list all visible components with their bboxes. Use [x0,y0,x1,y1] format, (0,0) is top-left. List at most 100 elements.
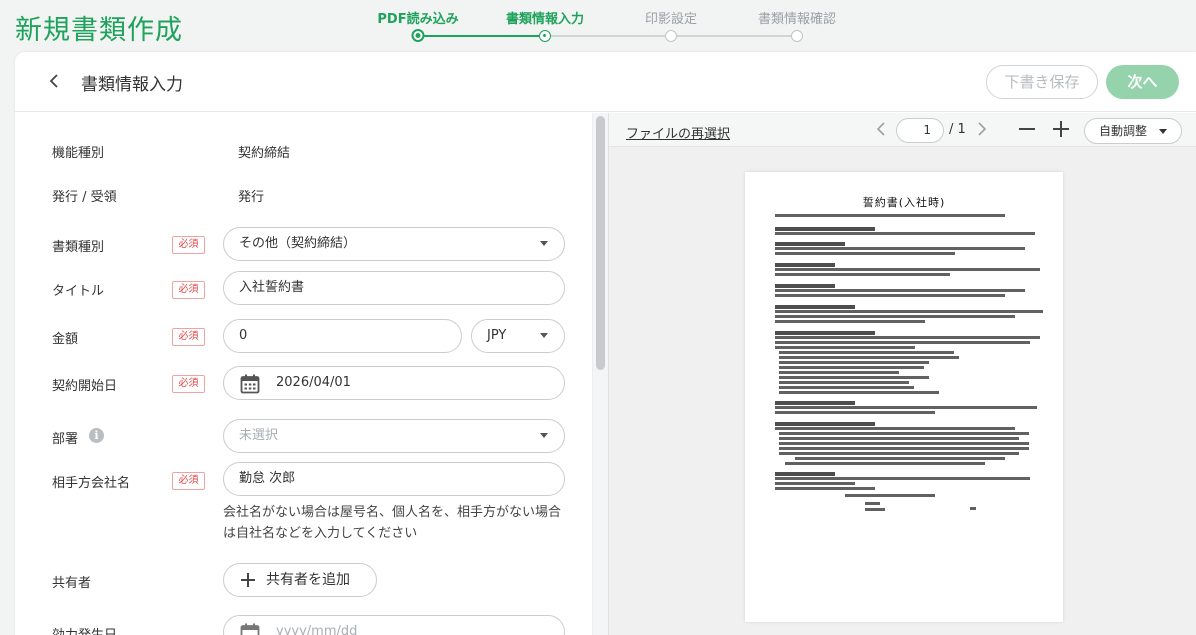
info-icon[interactable]: i [89,428,104,443]
pdf-text-line [775,315,1015,318]
pdf-text-line [775,346,915,349]
zoom-out-icon[interactable] [1017,119,1037,139]
pdf-text-line [779,366,924,369]
pdf-text-line [970,507,976,510]
title-input[interactable]: 入社誓約書 [223,271,565,305]
pdf-text-line [775,401,855,405]
pdf-text-line [775,242,845,246]
pdf-text-line [775,232,1035,235]
reselect-file-link[interactable]: ファイルの再選択 [626,123,730,142]
card-header: 書類情報入力 下書き保存 次へ [15,52,1196,112]
page-number-input[interactable]: 1 [896,118,944,143]
doc-type-label: 書類種別 [52,240,105,255]
doc-type-select[interactable]: その他（契約締結） [223,227,565,261]
required-badge: 必須 [172,472,205,490]
pdf-text-line [775,305,855,309]
chevron-down-icon [540,241,548,246]
amount-input[interactable]: 0 [223,319,462,353]
pdf-text-line [779,356,959,359]
start-date-value: 2026/04/01 [276,375,351,390]
pdf-document-title: 誓約書(入社時) [862,196,946,209]
pdf-text-line [785,462,985,465]
department-placeholder: 未選択 [239,428,279,443]
pdf-text-line [775,331,875,335]
pdf-text-line [775,487,875,490]
next-button[interactable]: 次へ [1106,65,1179,99]
pdf-text-line [865,502,880,505]
stepper-line-done [417,35,545,37]
counterparty-hint: 会社名がない場合は屋号名、個人名を、相手方がない場合は自社名などを入力してくださ… [223,505,562,541]
pdf-text-line [775,289,1025,292]
pdf-text-line [775,320,925,323]
start-date-label: 契約開始日 [52,379,118,394]
title-label: タイトル [52,284,105,299]
pdf-text-line [775,411,935,414]
back-chevron-icon[interactable] [45,70,65,92]
effective-date-input[interactable]: yyyy/mm/dd [223,615,565,635]
pdf-text-line [775,273,950,276]
issue-receive-value: 発行 [238,190,265,205]
zoom-in-icon[interactable] [1051,119,1071,139]
pdf-text-line [779,361,929,364]
step-pdf-import: PDF読み込み [377,12,459,27]
pdf-text-line [775,422,875,426]
scroll-thumb[interactable] [596,116,605,370]
section-title: 書類情報入力 [81,75,183,95]
step-document-info: 書類情報入力 [505,12,585,27]
required-badge: 必須 [172,236,205,254]
function-type-label: 機能種別 [52,146,105,161]
pdf-text-line [795,457,1005,460]
step-dot-confirm [791,30,803,42]
pdf-text-line [775,247,1025,250]
pdf-page: 誓約書(入社時) [745,172,1063,622]
start-date-input[interactable]: 2026/04/01 [223,366,565,400]
pdf-text-line [779,442,1029,445]
required-badge: 必須 [172,375,205,393]
pdf-text-line [775,268,1040,271]
required-badge: 必須 [172,328,205,346]
pdf-text-line [775,252,955,255]
pdf-text-line [779,447,1029,450]
pdf-text-line [865,508,885,511]
calendar-icon [240,374,260,394]
effective-date-placeholder: yyyy/mm/dd [276,624,358,635]
required-badge: 必須 [172,281,205,299]
pdf-text-line [845,494,935,497]
pdf-preview-pane: ファイルの再選択 1 / 1 自動調整 誓約書(入社時) [608,113,1196,635]
prev-page-icon[interactable] [876,121,886,141]
main-card: 書類情報入力 下書き保存 次へ 機能種別 契約締結 発行 / 受領 発行 書類種… [15,52,1196,635]
pdf-text-line [775,214,1005,217]
sharers-label: 共有者 [52,576,92,591]
pdf-text-line [779,351,954,354]
step-dot-seal-settings [665,30,677,42]
chevron-down-icon [1159,129,1167,134]
function-type-value: 契約締結 [238,146,291,161]
step-dot-document-info [539,30,551,42]
form-scrollbar[interactable] [592,113,608,635]
currency-select[interactable]: JPY [471,319,565,353]
pdf-text-line [775,336,1040,339]
pdf-text-line [779,381,909,384]
save-draft-button[interactable]: 下書き保存 [986,65,1098,99]
pdf-text-line [779,371,899,374]
department-select[interactable]: 未選択 [223,419,565,453]
plus-icon [241,573,255,587]
pdf-text-line [775,341,1030,344]
pdf-text-line [775,482,855,485]
step-confirm: 書類情報確認 [757,12,837,27]
add-sharer-button[interactable]: 共有者を追加 [223,563,377,597]
pdf-text-line [779,386,914,389]
pdf-text-line [775,427,1015,430]
counterparty-input[interactable]: 勤怠 次郎 [223,462,565,496]
zoom-mode-select[interactable]: 自動調整 [1084,118,1182,144]
document-info-form: 機能種別 契約締結 発行 / 受領 発行 書類種別 必須 その他（契約締結） タ… [15,113,592,635]
pdf-text-line [775,406,1037,409]
zoom-mode-value: 自動調整 [1099,124,1148,138]
next-page-icon[interactable] [977,121,987,141]
pdf-text-line [779,432,1029,435]
pdf-text-line [779,437,1019,440]
pdf-text-line [775,310,1043,313]
pdf-text-line [775,263,835,267]
pdf-text-line [779,452,1019,455]
counterparty-label: 相手方会社名 [52,476,131,491]
